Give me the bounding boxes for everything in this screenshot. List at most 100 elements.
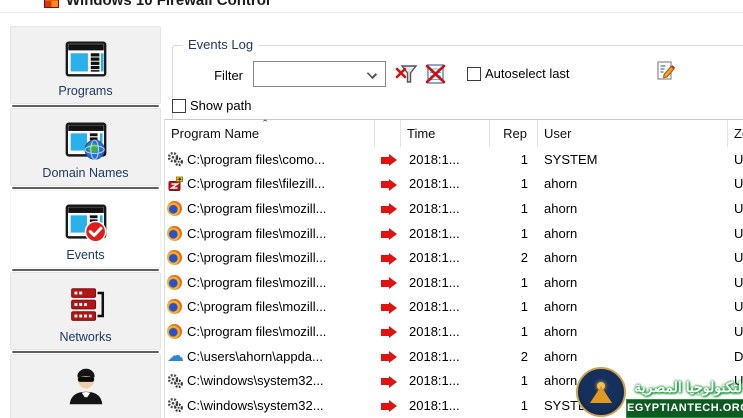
events-check-icon [65, 204, 106, 243]
watermark-site-text: EGYPTIANTECH.ORG [626, 398, 743, 418]
column-header-arrow[interactable] [375, 120, 401, 147]
event-zone: Def [734, 348, 743, 364]
table-row[interactable]: C:\program files\mozill... 2018:1... 1 a… [165, 196, 743, 221]
event-rep-count: 1 [520, 299, 528, 315]
sidebar-item-agent[interactable] [10, 354, 161, 418]
event-time: 2018:1... [409, 299, 460, 315]
event-user: ahorn [544, 274, 578, 290]
firefox-icon [167, 323, 182, 339]
program-path: C:\program files\mozill... [187, 200, 327, 216]
app-window: Windows 10 Firewall Control Programs Dom… [0, 0, 743, 418]
events-table-header: ˆ Program Name Time Rep User Zone [165, 117, 743, 147]
sidebar-label-events: Events [66, 248, 105, 262]
event-user: ahorn [544, 323, 578, 339]
event-time: 2018:1... [409, 151, 460, 167]
firefox-icon [167, 274, 182, 290]
event-user: ahorn [544, 176, 578, 192]
program-path: C:\program files\como... [187, 151, 325, 167]
red-arrow-icon [381, 351, 397, 364]
gears-icon [167, 373, 183, 388]
event-zone: Upd [734, 200, 743, 216]
report-button[interactable] [655, 60, 677, 82]
firefox-icon [167, 225, 182, 241]
event-time: 2018:1... [409, 274, 460, 290]
sidebar-separator [12, 351, 159, 353]
sidebar-item-domain-names[interactable]: Domain Names [10, 108, 161, 186]
clear-filter-icon [395, 65, 418, 83]
table-row[interactable]: C:\program files\mozill... 2018:1... 1 a… [165, 270, 743, 295]
events-page: Events Log Filter Autoselect last Show p… [164, 14, 743, 418]
table-row[interactable]: C:\program files\mozill... 2018:1... 1 a… [165, 319, 743, 344]
event-user: ahorn [544, 200, 578, 216]
column-header-rep[interactable]: Rep [490, 120, 538, 147]
program-path: C:\windows\system32... [187, 397, 324, 413]
filter-label: Filter [214, 68, 243, 83]
filter-combobox[interactable] [253, 61, 386, 87]
event-zone: Upd [734, 323, 743, 339]
delete-log-icon [425, 64, 446, 84]
column-header-user[interactable]: User [538, 120, 728, 147]
red-arrow-icon [381, 154, 397, 167]
show-path-checkbox[interactable] [172, 98, 186, 113]
gears-icon [167, 152, 183, 167]
clear-filter-button[interactable] [395, 62, 419, 86]
program-path: C:\program files\mozill... [187, 274, 327, 290]
event-zone: Upd [734, 299, 743, 315]
sidebar-item-networks[interactable]: Networks [10, 272, 161, 350]
event-user: ahorn [544, 225, 578, 241]
red-arrow-icon [381, 252, 397, 265]
red-arrow-icon [381, 400, 397, 413]
red-arrow-icon [381, 178, 397, 191]
column-header-zone[interactable]: Zone [728, 120, 743, 147]
filezilla-icon [168, 176, 183, 191]
table-row[interactable]: C:\program files\como... 2018:1... 1 SYS… [165, 147, 743, 172]
event-zone: Upd [734, 225, 743, 241]
sidebar-separator [12, 105, 159, 107]
table-row[interactable]: C:\program files\mozill... 2018:1... 2 a… [165, 245, 743, 270]
autoselect-last-label: Autoselect last [485, 66, 570, 81]
sidebar-item-events[interactable]: Events [10, 190, 161, 268]
chevron-down-icon[interactable] [366, 68, 378, 80]
program-path: C:\program files\filezill... [187, 176, 325, 192]
autoselect-last-checkbox[interactable] [467, 66, 481, 81]
event-time: 2018:1... [409, 323, 460, 339]
event-zone: Upd [734, 151, 743, 167]
event-rep-count: 1 [520, 323, 528, 339]
red-arrow-icon [381, 203, 397, 216]
program-path: C:\windows\system32... [187, 373, 324, 389]
firefox-icon [167, 299, 182, 315]
table-row[interactable]: C:\program files\mozill... 2018:1... 1 a… [165, 295, 743, 320]
sidebar-separator [12, 187, 159, 189]
table-row[interactable]: C:\program files\filezill... 2018:1... 1… [165, 172, 743, 197]
program-path: C:\program files\mozill... [187, 323, 327, 339]
event-user: ahorn [544, 250, 578, 266]
event-time: 2018:1... [409, 225, 460, 241]
event-rep-count: 1 [520, 397, 528, 413]
cloud-icon: ☁ [167, 348, 184, 365]
event-time: 2018:1... [409, 176, 460, 192]
red-arrow-icon [381, 326, 397, 339]
event-user: ahorn [544, 348, 578, 364]
delete-log-button[interactable] [425, 63, 447, 85]
program-path: C:\program files\mozill... [187, 225, 327, 241]
app-firewall-icon [44, 0, 59, 8]
column-header-program-name[interactable]: Program Name [165, 120, 375, 147]
table-row[interactable]: ☁ C:\users\ahorn\appda... 2018:1... 2 ah… [165, 344, 743, 369]
program-path: C:\program files\mozill... [187, 250, 327, 266]
red-arrow-icon [381, 375, 397, 388]
column-header-time[interactable]: Time [401, 120, 490, 147]
event-time: 2018:1... [409, 250, 460, 266]
sidebar-label-programs: Programs [58, 84, 113, 98]
sort-asc-icon: ˆ [263, 117, 268, 132]
sidebar-item-programs[interactable]: Programs [10, 26, 161, 104]
event-zone: Upd [734, 176, 743, 192]
watermark-logo-icon [576, 367, 626, 417]
red-arrow-icon [381, 301, 397, 314]
event-rep-count: 1 [520, 200, 528, 216]
table-row[interactable]: C:\program files\mozill... 2018:1... 1 a… [165, 221, 743, 246]
firefox-icon [167, 200, 182, 216]
filter-input[interactable] [256, 64, 360, 84]
event-user: ahorn [544, 299, 578, 315]
events-log-group-title: Events Log [183, 37, 259, 52]
networks-servers-icon [70, 288, 104, 321]
